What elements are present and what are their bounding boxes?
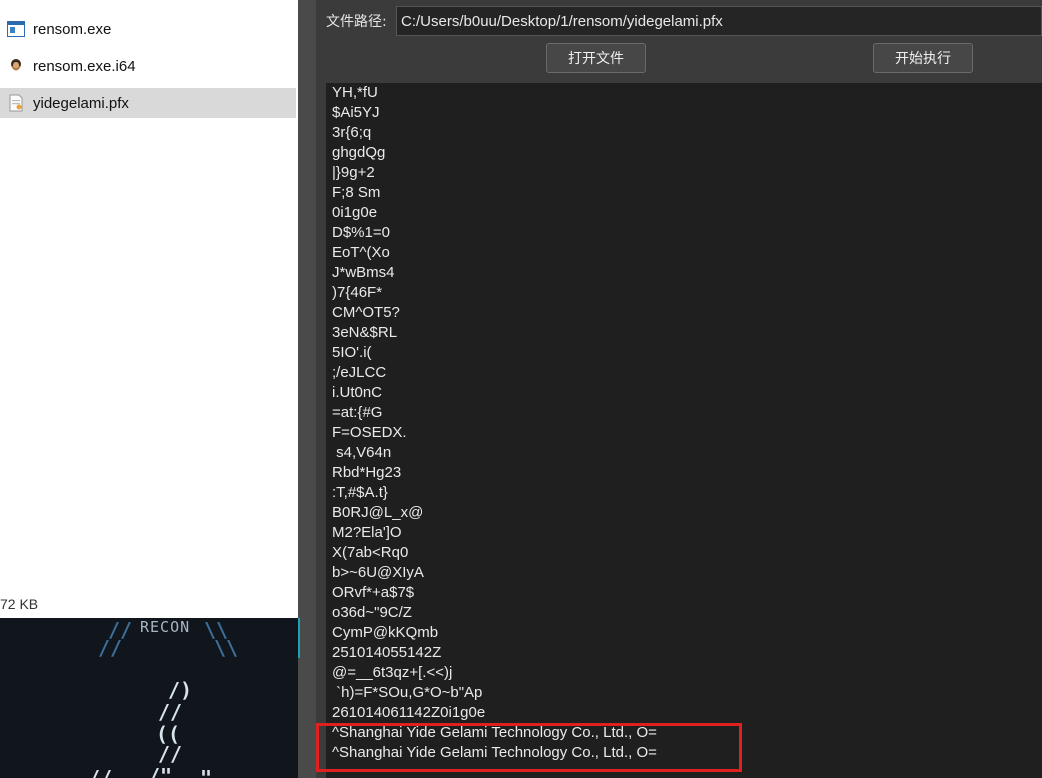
output-line: )7{46F* (332, 284, 383, 301)
output-line: 251014055142Z (332, 644, 442, 661)
wallpaper-glyph: // (88, 766, 113, 778)
certificate-file-icon (6, 93, 26, 113)
output-line: J*wBms4 (332, 264, 395, 281)
open-file-button[interactable]: 打开文件 (546, 43, 646, 73)
output-line: `h)=F*SOu,G*O~b"Ap (332, 684, 483, 701)
file-path-label: 文件路径: (326, 14, 387, 30)
file-item-rensom-exe[interactable]: rensom.exe (0, 14, 296, 44)
pane-divider (298, 0, 316, 778)
file-name: rensom.exe (33, 20, 112, 38)
output-line: :T,#$A.t} (332, 484, 388, 501)
pane-divider-accent (298, 618, 300, 658)
wallpaper-recon-text: RECON (140, 618, 191, 636)
output-line: Rbd*Hg23 (332, 464, 402, 481)
output-line: 261014061142Z0i1g0e (332, 704, 486, 721)
selected-file-size: 72 KB (0, 596, 39, 612)
wallpaper-glyph: \\ (214, 636, 239, 660)
output-line: F;8 Sm (332, 184, 381, 201)
output-lines: YH,*fU $Ai5YJ 3r{6;q ghgdQg |}9g+2 F;8 S… (332, 83, 657, 763)
wallpaper-glyph: " (200, 766, 213, 778)
output-text-area[interactable]: YH,*fU $Ai5YJ 3r{6;q ghgdQg |}9g+2 F;8 S… (326, 83, 1042, 778)
wallpaper-glyph: // (158, 742, 183, 766)
file-item-rensom-i64[interactable]: rensom.exe.i64 (0, 51, 296, 81)
output-line: o36d~"9C/Z (332, 604, 412, 621)
output-line: |}9g+2 (332, 164, 375, 181)
output-line: ORvf*+a$7$ (332, 584, 415, 601)
output-line: CM^OT5? (332, 304, 400, 321)
output-line: ghgdQg (332, 144, 386, 161)
output-line: =at:{#G (332, 404, 383, 421)
output-line: b>~6U@XIyA (332, 564, 424, 581)
output-line: EoT^(Xo (332, 244, 390, 261)
wallpaper-glyph: /) (168, 678, 193, 702)
ida-database-icon (6, 56, 26, 76)
output-line: s4,V64n (332, 444, 392, 461)
output-line: 0i1g0e (332, 204, 378, 221)
start-execute-button[interactable]: 开始执行 (873, 43, 973, 73)
output-line: YH,*fU (332, 84, 378, 101)
output-line: 5IO'.i( (332, 344, 372, 361)
wallpaper-glyph: (( (156, 722, 181, 746)
desktop-wallpaper: RECON // \\ // \\ /) // (( // /" // " (0, 618, 298, 778)
output-line: F=OSEDX. (332, 424, 407, 441)
wallpaper-glyph: /" (148, 764, 173, 778)
file-item-yidegelami-pfx[interactable]: yidegelami.pfx (0, 88, 296, 118)
exe-window-icon (6, 19, 26, 39)
output-line: D$%1=0 (332, 224, 390, 241)
output-line: ^Shanghai Yide Gelami Technology Co., Lt… (332, 724, 657, 741)
output-line: X(7ab<Rq0 (332, 544, 409, 561)
output-line: CymP@kKQmb (332, 624, 439, 641)
output-line: 3eN&$RL (332, 324, 398, 341)
output-line: i.Ut0nC (332, 384, 383, 401)
wallpaper-glyph: // (98, 636, 123, 660)
file-path-input[interactable] (396, 6, 1042, 36)
file-explorer-pane: rensom.exe rensom.exe.i64 yidegelami.pfx… (0, 0, 298, 618)
file-name: yidegelami.pfx (33, 94, 129, 112)
decrypt-tool-window: 文件路径: 打开文件 开始执行 YH,*fU $Ai5YJ 3r{6;q ghg… (316, 0, 1042, 778)
output-line: ^Shanghai Yide Gelami Technology Co., Lt… (332, 744, 657, 761)
output-line: ;/eJLCC (332, 364, 387, 381)
output-line: 3r{6;q (332, 124, 372, 141)
output-line: B0RJ@L_x@ (332, 504, 424, 521)
wallpaper-glyph: // (158, 700, 183, 724)
output-line: $Ai5YJ (332, 104, 380, 121)
output-line: M2?Ela']O (332, 524, 402, 541)
file-name: rensom.exe.i64 (33, 57, 136, 75)
output-line: @=__6t3qz+[.<<)j (332, 664, 453, 681)
